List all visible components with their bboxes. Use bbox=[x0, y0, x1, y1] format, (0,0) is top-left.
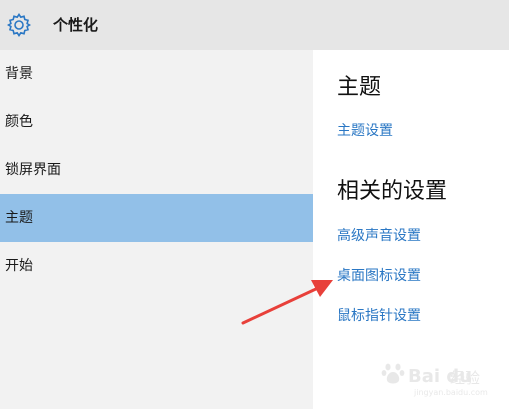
sidebar-item-lock-screen[interactable]: 锁屏界面 bbox=[0, 146, 313, 194]
sidebar-item-label: 背景 bbox=[5, 66, 33, 82]
gear-icon[interactable] bbox=[6, 12, 32, 38]
related-settings-title: 相关的设置 bbox=[337, 179, 448, 204]
mouse-pointer-settings-link[interactable]: 鼠标指针设置 bbox=[337, 307, 421, 325]
sidebar-item-start[interactable]: 开始 bbox=[0, 242, 313, 290]
title-bar: 个性化 bbox=[0, 0, 509, 50]
sidebar: 背景 颜色 锁屏界面 主题 开始 bbox=[0, 50, 313, 409]
theme-section-title: 主题 bbox=[337, 75, 382, 100]
sidebar-item-label: 主题 bbox=[5, 210, 33, 226]
watermark-url: jingyan.baidu.com bbox=[414, 388, 488, 397]
sidebar-item-label: 颜色 bbox=[5, 114, 33, 130]
watermark-suffix: 经验 bbox=[450, 369, 481, 387]
theme-settings-link[interactable]: 主题设置 bbox=[337, 122, 393, 140]
sidebar-item-label: 开始 bbox=[5, 258, 33, 274]
page-title: 个性化 bbox=[53, 16, 99, 34]
desktop-icon-settings-link[interactable]: 桌面图标设置 bbox=[337, 267, 421, 285]
sidebar-item-label: 锁屏界面 bbox=[5, 162, 61, 178]
sidebar-item-colors[interactable]: 颜色 bbox=[0, 98, 313, 146]
advanced-sound-settings-link[interactable]: 高级声音设置 bbox=[337, 227, 421, 245]
sidebar-item-themes[interactable]: 主题 bbox=[0, 194, 313, 242]
paw-logo-icon bbox=[381, 363, 405, 384]
watermark: Bai du 经验 jingyan.baidu.com bbox=[378, 356, 488, 400]
sidebar-item-background[interactable]: 背景 bbox=[0, 50, 313, 98]
settings-window: 个性化 背景 颜色 锁屏界面 主题 开始 主题 主题设置 相关的设置 高级声音设… bbox=[0, 0, 509, 409]
